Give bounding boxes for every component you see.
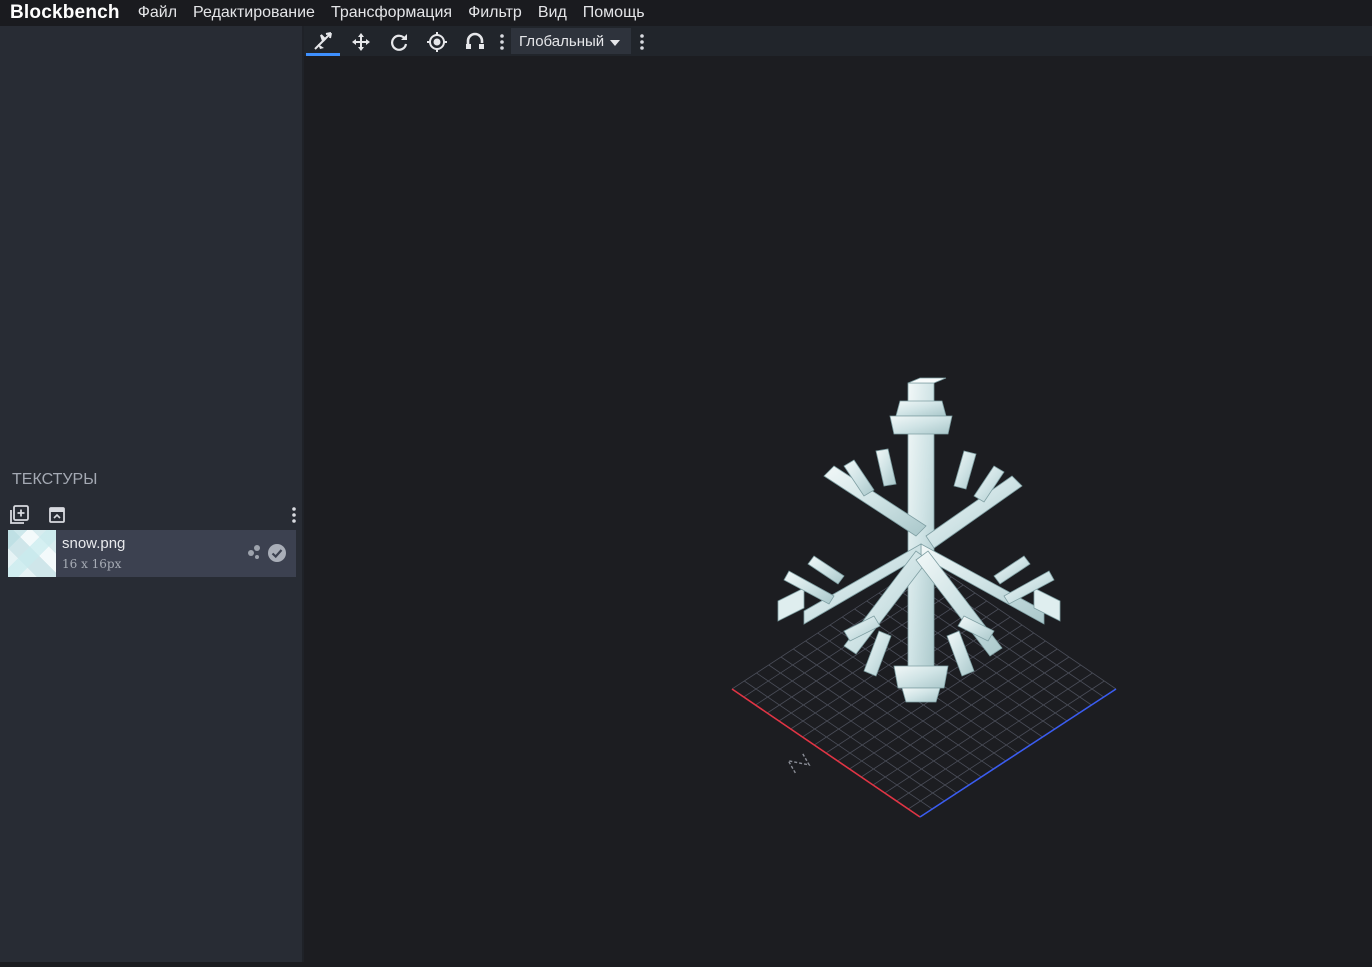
textures-panel-title: ТЕКСТУРЫ bbox=[12, 471, 98, 488]
rotate-tool-icon[interactable] bbox=[382, 28, 416, 56]
texture-used-check-icon[interactable] bbox=[267, 543, 287, 568]
texture-size: 16 x 16px bbox=[62, 557, 122, 571]
texture-name: snow.png bbox=[62, 535, 126, 552]
z-axis-line bbox=[919, 688, 1117, 818]
menu-file[interactable]: Файл bbox=[130, 0, 185, 26]
transform-space-value: Глобальный bbox=[519, 32, 605, 50]
grid-line bbox=[908, 680, 1105, 810]
snowflake-model bbox=[777, 377, 1061, 703]
grid-line bbox=[927, 560, 1117, 690]
move-tool-icon[interactable] bbox=[306, 28, 340, 56]
more-options-icon[interactable] bbox=[286, 504, 302, 526]
menu-filter[interactable]: Фильтр bbox=[460, 0, 530, 26]
menu-transform[interactable]: Трансформация bbox=[323, 0, 460, 26]
add-texture-icon[interactable] bbox=[8, 504, 30, 526]
viewport-canvas bbox=[731, 377, 1117, 818]
x-axis-line bbox=[731, 688, 921, 818]
left-sidebar: ТЕКСТУРЫ snow.png 16 x 16px bbox=[0, 26, 304, 962]
tool-toolbar: Глобальный bbox=[304, 26, 1372, 56]
app-logo[interactable]: Blockbench bbox=[0, 2, 130, 24]
toolbar-more-icon-2[interactable] bbox=[634, 28, 650, 56]
menu-help[interactable]: Помощь bbox=[575, 0, 653, 26]
menu-view[interactable]: Вид bbox=[530, 0, 575, 26]
import-texture-icon[interactable] bbox=[46, 504, 68, 526]
toolbar-more-icon[interactable] bbox=[494, 28, 510, 56]
chevron-down-icon bbox=[610, 33, 621, 50]
menu-bar: Blockbench Файл Редактирование Трансформ… bbox=[0, 0, 1372, 26]
3d-viewport[interactable] bbox=[304, 56, 1372, 962]
resize-tool-icon[interactable] bbox=[344, 28, 378, 56]
menu-edit[interactable]: Редактирование bbox=[185, 0, 323, 26]
particle-icon[interactable] bbox=[246, 543, 264, 566]
texture-list-item[interactable]: snow.png 16 x 16px bbox=[8, 530, 296, 577]
textures-toolbar bbox=[8, 504, 302, 526]
grid-line bbox=[854, 608, 1043, 738]
vertex-snap-icon[interactable] bbox=[458, 28, 492, 56]
transform-space-select[interactable]: Глобальный bbox=[511, 28, 631, 54]
pivot-tool-icon[interactable] bbox=[420, 28, 454, 56]
texture-thumbnail bbox=[8, 530, 56, 577]
compass-north-icon bbox=[786, 752, 811, 774]
